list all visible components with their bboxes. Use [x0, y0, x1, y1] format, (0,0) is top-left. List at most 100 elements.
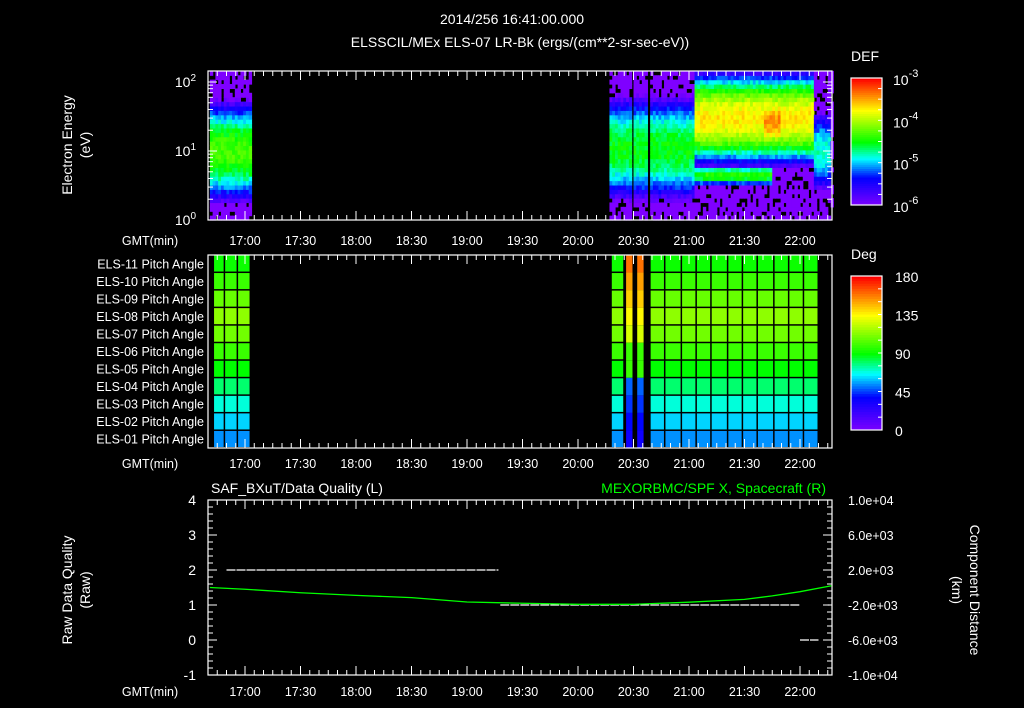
spectrogram-cell — [232, 202, 236, 208]
time-tick-label: 19:30 — [507, 234, 538, 248]
pitch-angle-spike-cell — [626, 412, 633, 431]
spectrogram-cell — [248, 101, 253, 107]
spectrogram-cell — [775, 189, 779, 195]
spectrogram-cell — [655, 88, 660, 94]
time-tick-label: 17:00 — [229, 234, 260, 248]
time-tick-label: 18:30 — [396, 457, 427, 471]
spectrogram-cell — [644, 180, 648, 186]
spectrogram-cell — [237, 97, 241, 103]
pitch-angle-cell — [711, 413, 727, 430]
spectrogram-cell — [769, 198, 773, 204]
time-tick-label: 20:30 — [618, 685, 649, 699]
spectrogram-cell — [716, 198, 721, 204]
spectrogram-cell — [675, 84, 679, 90]
pitch-angle-cell — [789, 325, 803, 342]
def-colorbar-tick-label: 10-3 — [893, 68, 918, 88]
spectrogram-cell — [741, 202, 746, 208]
pitch-angle-cell — [757, 430, 774, 447]
spectrogram-cell — [644, 127, 648, 133]
plot-subtitle: ELSSCIL/MEx ELS-07 LR-Bk (ergs/(cm**2-sr… — [351, 34, 689, 50]
spectrogram-cell — [811, 110, 815, 116]
distance-axis-title: Component Distance — [967, 525, 983, 656]
spectrogram-cell — [697, 206, 701, 212]
pitch-angle-cell — [728, 325, 742, 342]
spectrogram-cell — [702, 193, 707, 199]
distance-tick-label: -6.0e+03 — [848, 634, 898, 648]
spectrogram-cell — [827, 136, 832, 142]
pitch-angle-cell — [728, 413, 742, 430]
pitch-angle-cell — [804, 273, 818, 290]
time-tick-label: 18:00 — [340, 457, 371, 471]
time-tick-label: 21:00 — [673, 685, 704, 699]
time-tick-label: 18:30 — [396, 234, 427, 248]
pitch-angle-cell — [728, 395, 742, 412]
pitch-angle-cell — [650, 325, 664, 342]
spectrogram-cell — [644, 92, 648, 98]
distance-tick-label: -1.0e+04 — [848, 669, 898, 683]
spectrogram-cell — [763, 184, 768, 190]
pitch-angle-cell — [214, 290, 224, 307]
pitch-angle-cell — [696, 290, 711, 307]
time-tick-label: 21:30 — [729, 685, 760, 699]
pitch-angle-spike-cell — [637, 395, 644, 413]
pitch-angle-cell — [665, 273, 681, 290]
spectrogram-cell — [811, 189, 815, 195]
time-tick-label: 17:30 — [285, 685, 316, 699]
pitch-angle-cell — [682, 343, 696, 360]
spectrogram-cell — [628, 127, 633, 133]
spectrogram-cell — [248, 132, 253, 138]
time-tick-labels: 17:00 17:30 18:00 18:30 19:00 19:30 20:00 20:30… — [229, 234, 815, 248]
pitch-angle-row-label: ELS-08 Pitch Angle — [96, 310, 204, 324]
spectrogram-cell — [780, 202, 784, 208]
pitch-angle-cell — [696, 430, 711, 447]
spectrogram-cell — [694, 184, 698, 190]
spectrogram-cell — [702, 206, 707, 212]
spectrogram-cell — [683, 88, 687, 94]
spectrogram-cell — [805, 189, 809, 195]
spectrogram-cell — [777, 211, 782, 217]
spectrogram-cell — [639, 202, 643, 208]
spectrogram-cell — [644, 70, 648, 76]
spectrogram-cell — [827, 97, 832, 103]
spectrogram-cell — [218, 79, 222, 85]
pitch-angle-cell — [804, 360, 818, 377]
pitch-angle-cell — [650, 360, 664, 377]
spectrogram-cell — [628, 193, 633, 199]
pitch-angle-cell — [789, 273, 803, 290]
quality-tick-label: 1 — [188, 597, 196, 613]
spectrogram-cell — [248, 105, 253, 111]
pitch-angle-cell — [743, 378, 757, 395]
pitch-angle-cell — [789, 378, 803, 395]
pitch-angle-cell — [238, 255, 250, 272]
time-tick-label: 20:00 — [562, 457, 593, 471]
spectrogram-cell — [628, 158, 633, 164]
spectrogram-cell — [612, 206, 616, 212]
spectrogram-cell — [763, 206, 768, 212]
pitch-angle-cell — [728, 273, 742, 290]
spectrogram-cell — [644, 189, 648, 195]
pitch-angle-cell — [774, 325, 788, 342]
pitch-angle-row-labels: ELS-11 Pitch Angle ELS-10 Pitch Angle ELS-… — [96, 257, 204, 446]
quality-tick-label: 4 — [188, 492, 196, 508]
def-colorbar: 10-3 10-4 10-5 10-6 — [850, 68, 918, 215]
pitch-angle-spike-cell — [637, 290, 644, 308]
pitch-angle-cell — [804, 343, 818, 360]
spectrogram-cell — [813, 75, 818, 81]
spectrogram-cell — [752, 198, 757, 204]
pitch-angle-cell — [665, 343, 681, 360]
pitch-angle-cell — [214, 360, 224, 377]
plot-datetime: 2014/256 16:41:00.000 — [440, 11, 584, 27]
time-tick-label: 19:30 — [507, 457, 538, 471]
spectrogram-cell — [248, 136, 253, 142]
spectrogram-cell — [248, 79, 253, 85]
pitch-angle-cell — [225, 343, 237, 360]
spectrogram-cell — [680, 202, 685, 208]
pitch-angle-cell — [757, 413, 774, 430]
spectrogram-cell — [229, 92, 233, 98]
spectrogram-cell — [609, 70, 613, 76]
spectrogram-cell — [672, 92, 676, 98]
spectrogram-cell — [628, 114, 633, 120]
spectrogram-cell — [800, 198, 804, 204]
pitch-angle-cell — [665, 430, 681, 447]
spectrogram-cell — [628, 79, 633, 85]
